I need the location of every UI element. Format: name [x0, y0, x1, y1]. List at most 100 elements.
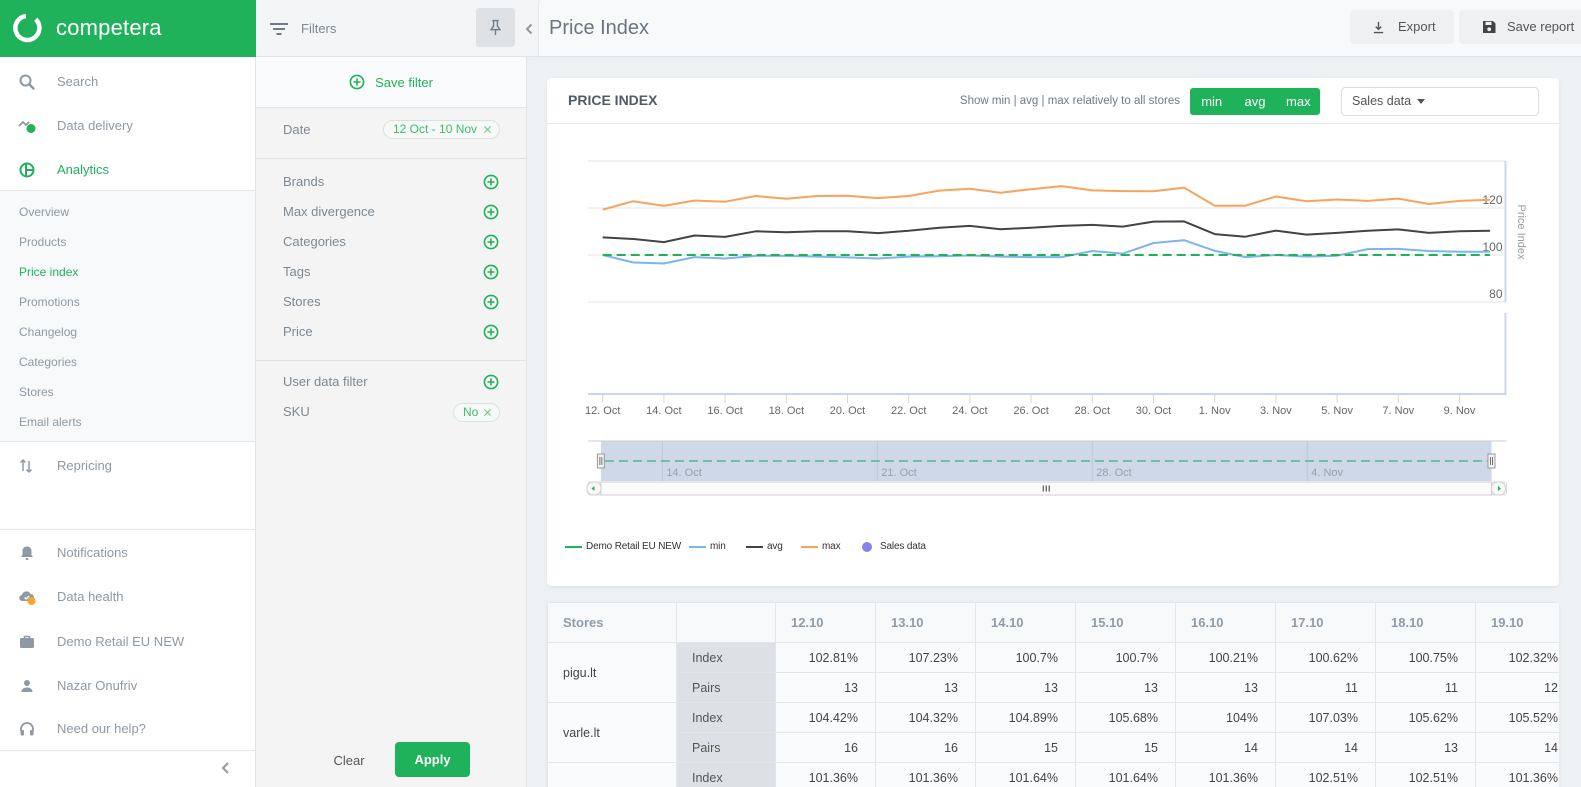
sidebar-item-data-delivery[interactable]: Data delivery [0, 104, 255, 148]
sidebar-item-analytics[interactable]: Analytics [0, 148, 255, 192]
data-point-max[interactable] [661, 203, 667, 209]
submenu-item-overview[interactable]: Overview [19, 202, 69, 222]
data-point-avg[interactable] [1457, 228, 1463, 234]
submenu-item-email-alerts[interactable]: Email alerts [19, 412, 82, 432]
filter-price-row[interactable]: Price [256, 317, 526, 347]
data-point-min[interactable] [1181, 237, 1187, 243]
data-point-demo-retail-eu-new[interactable] [753, 252, 759, 258]
column-header-date[interactable]: 13.10 [875, 602, 976, 643]
save-filter-button[interactable]: Save filter [256, 57, 526, 108]
sales-data-dropdown[interactable]: Sales data [1341, 87, 1539, 116]
data-point-avg[interactable] [692, 233, 698, 239]
pin-panel-button[interactable] [476, 8, 515, 47]
data-point-max[interactable] [1426, 201, 1432, 207]
filter-stores-row[interactable]: Stores [256, 287, 526, 317]
data-point-demo-retail-eu-new[interactable] [1151, 252, 1157, 258]
data-point-avg[interactable] [722, 234, 728, 240]
data-point-max[interactable] [967, 186, 973, 192]
data-point-demo-retail-eu-new[interactable] [1304, 252, 1310, 258]
sidebar-item-data-health[interactable]: Data health [0, 575, 255, 619]
data-point-max[interactable] [1304, 198, 1310, 204]
submenu-item-categories[interactable]: Categories [19, 352, 77, 372]
data-point-demo-retail-eu-new[interactable] [998, 252, 1004, 258]
data-point-demo-retail-eu-new[interactable] [1334, 252, 1340, 258]
apply-button[interactable]: Apply [395, 742, 470, 777]
series-line-avg[interactable] [602, 220, 1491, 244]
data-point-avg[interactable] [1334, 230, 1340, 236]
data-point-avg[interactable] [1151, 219, 1157, 225]
data-point-avg[interactable] [1059, 223, 1065, 229]
handle-body[interactable] [1487, 453, 1496, 469]
data-point-avg[interactable] [998, 226, 1004, 232]
plus-circle-icon[interactable] [483, 294, 499, 310]
data-point-demo-retail-eu-new[interactable] [1273, 252, 1279, 258]
data-point-avg[interactable] [1426, 230, 1432, 236]
data-point-avg[interactable] [1487, 228, 1493, 234]
toggle-max[interactable]: max [1277, 88, 1320, 115]
data-point-max[interactable] [906, 193, 912, 199]
clear-button[interactable]: Clear [326, 744, 372, 778]
data-point-demo-retail-eu-new[interactable] [936, 252, 942, 258]
column-header-date[interactable]: 18.10 [1375, 602, 1476, 643]
data-point-avg[interactable] [1181, 218, 1187, 224]
sku-chip[interactable]: No [453, 403, 500, 422]
data-point-avg[interactable] [600, 234, 606, 240]
data-point-avg[interactable] [1395, 226, 1401, 232]
column-header-date[interactable]: 19.10 [1475, 602, 1559, 643]
data-point-min[interactable] [1365, 246, 1371, 252]
data-point-avg[interactable] [845, 228, 851, 234]
data-point-max[interactable] [814, 193, 820, 199]
submenu-item-promotions[interactable]: Promotions [19, 292, 80, 312]
navigator-handle-right[interactable] [1487, 453, 1496, 469]
data-point-max[interactable] [783, 196, 789, 202]
chevron-left-icon[interactable] [218, 760, 234, 776]
scrollbar-right-button[interactable] [1490, 481, 1506, 496]
data-point-demo-retail-eu-new[interactable] [1059, 252, 1065, 258]
chevron-left-icon[interactable] [523, 21, 535, 37]
data-point-demo-retail-eu-new[interactable] [1365, 252, 1371, 258]
plus-circle-icon[interactable] [483, 174, 499, 190]
submenu-item-stores[interactable]: Stores [19, 382, 54, 402]
data-point-max[interactable] [1242, 203, 1248, 209]
data-point-max[interactable] [1395, 196, 1401, 202]
plus-circle-icon[interactable] [483, 264, 499, 280]
data-point-max[interactable] [998, 190, 1004, 196]
data-point-demo-retail-eu-new[interactable] [1395, 252, 1401, 258]
data-point-avg[interactable] [1212, 231, 1218, 237]
filter-categories-row[interactable]: Categories [256, 227, 526, 257]
filter-user-data-row[interactable]: User data filter [256, 367, 526, 397]
plus-circle-icon[interactable] [483, 324, 499, 340]
data-point-avg[interactable] [1028, 225, 1034, 231]
sidebar-item-account[interactable]: Demo Retail EU NEW [0, 620, 255, 664]
data-point-min[interactable] [661, 261, 667, 267]
column-header-stores[interactable]: Stores [547, 602, 677, 643]
submenu-item-products[interactable]: Products [19, 232, 66, 252]
data-point-demo-retail-eu-new[interactable] [1212, 252, 1218, 258]
data-point-avg[interactable] [936, 225, 942, 231]
data-point-avg[interactable] [630, 236, 636, 242]
data-point-max[interactable] [692, 198, 698, 204]
data-point-avg[interactable] [1365, 228, 1371, 234]
data-point-demo-retail-eu-new[interactable] [845, 252, 851, 258]
data-point-demo-retail-eu-new[interactable] [1120, 252, 1126, 258]
sidebar-item-notifications[interactable]: Notifications [0, 531, 255, 575]
data-point-max[interactable] [1487, 197, 1493, 203]
data-point-max[interactable] [1334, 197, 1340, 203]
sidebar-item-search[interactable]: Search [0, 60, 255, 104]
filter-brands-row[interactable]: Brands [256, 167, 526, 197]
plus-circle-icon[interactable] [483, 374, 499, 390]
data-point-avg[interactable] [875, 230, 881, 236]
column-header-date[interactable]: 16.10 [1175, 602, 1276, 643]
data-point-max[interactable] [936, 188, 942, 194]
handle-body[interactable] [596, 453, 605, 469]
sidebar-item-user[interactable]: Nazar Onufriv [0, 664, 255, 708]
plus-circle-icon[interactable] [483, 204, 499, 220]
data-point-max[interactable] [1059, 183, 1065, 189]
data-point-avg[interactable] [1273, 228, 1279, 234]
data-point-demo-retail-eu-new[interactable] [661, 252, 667, 258]
data-point-avg[interactable] [814, 228, 820, 234]
data-point-max[interactable] [1457, 198, 1463, 204]
brand-header[interactable]: competera [0, 0, 256, 57]
column-header-date[interactable]: 17.10 [1275, 602, 1376, 643]
data-point-max[interactable] [875, 195, 881, 201]
